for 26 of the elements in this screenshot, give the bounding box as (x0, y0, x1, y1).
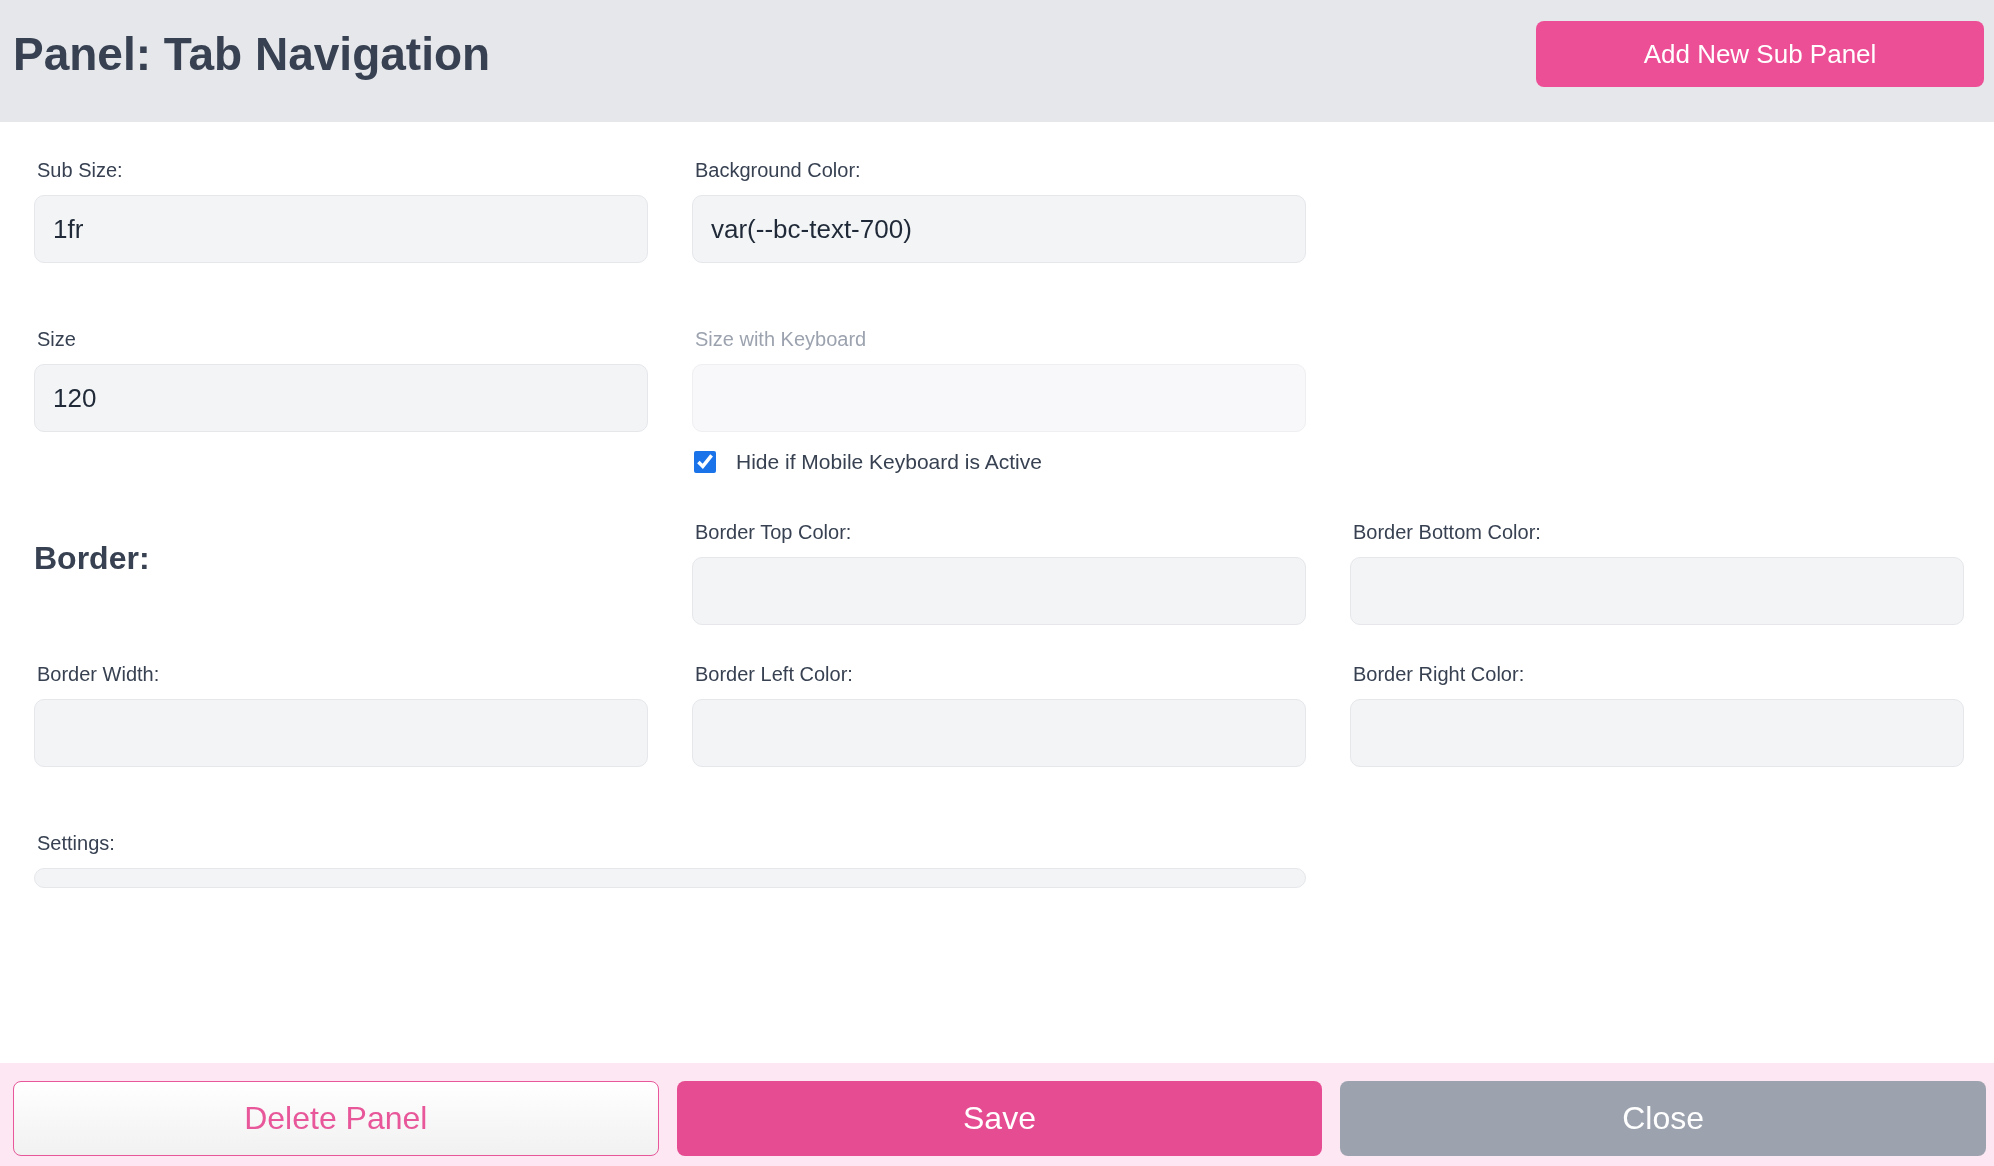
field-label: Border Width: (37, 662, 161, 686)
field-label: Background Color: (695, 158, 862, 182)
field-label: Size with Keyboard (695, 327, 868, 351)
field-label: Size (37, 327, 77, 351)
input-field[interactable]: 1fr (34, 195, 648, 263)
field-label: Sub Size: (37, 158, 124, 182)
field-label: Border Right Color: (1353, 662, 1526, 686)
field-label: Border Left Color: (695, 662, 854, 686)
footer-button[interactable]: Close (1340, 1081, 1986, 1156)
input-field[interactable] (692, 557, 1306, 625)
section-heading: Border: (34, 540, 151, 577)
footer-button[interactable]: Save (676, 1081, 1323, 1156)
field-label: Border Bottom Color: (1353, 520, 1542, 544)
input-field[interactable] (34, 699, 648, 767)
field-label: Settings: (37, 831, 116, 855)
add-sub-panel-button[interactable]: Add New Sub Panel (1536, 21, 1984, 87)
field-label: Border Top Color: (695, 520, 853, 544)
input-field[interactable] (692, 699, 1306, 767)
input-field[interactable] (1350, 699, 1964, 767)
panel-title: Panel: Tab Navigation (13, 27, 491, 81)
input-field[interactable] (1350, 557, 1964, 625)
footer-button[interactable]: Delete Panel (13, 1081, 659, 1156)
settings-field[interactable] (34, 868, 1306, 888)
input-field[interactable]: 120 (34, 364, 648, 432)
checkbox-label: Hide if Mobile Keyboard is Active (736, 450, 1042, 474)
input-field[interactable]: var(--bc-text-700) (692, 195, 1306, 263)
